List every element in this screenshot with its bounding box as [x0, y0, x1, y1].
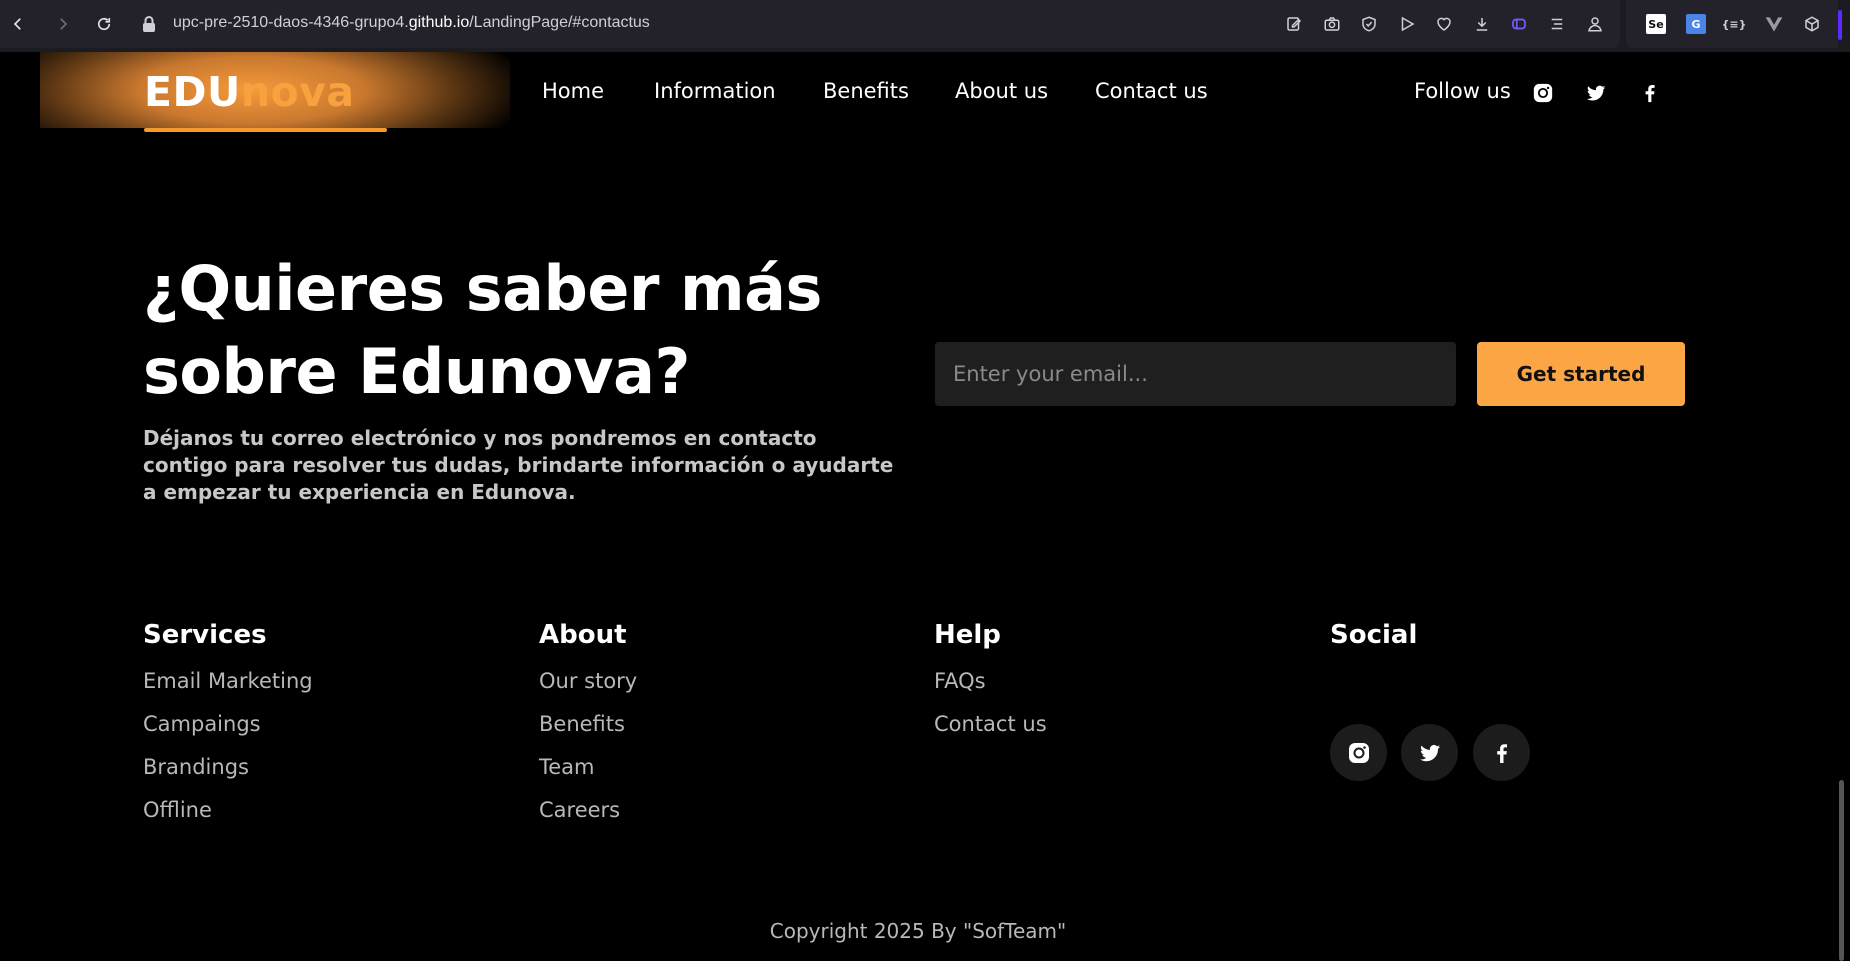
logo-nova: nova — [240, 68, 355, 116]
profile-icon[interactable] — [1583, 12, 1607, 36]
email-input[interactable] — [935, 342, 1456, 406]
footer-help-title: Help — [934, 620, 1001, 650]
nav-home[interactable]: Home — [542, 79, 604, 103]
lock-icon — [143, 16, 155, 32]
scrollbar-thumb[interactable] — [1839, 780, 1844, 961]
url-path: /LandingPage/#contactus — [469, 14, 650, 31]
facebook-icon[interactable] — [1637, 80, 1663, 106]
play-icon[interactable] — [1395, 12, 1419, 36]
sidebar-toggle-icon[interactable] — [1507, 12, 1531, 36]
twitter-icon[interactable] — [1583, 80, 1609, 106]
hero-title-line2: sobre Edunova? — [143, 335, 690, 408]
json-ext-label: {≡} — [1721, 17, 1747, 31]
follow-us-label: Follow us — [1414, 79, 1511, 103]
translate-extension-icon[interactable]: G — [1686, 14, 1706, 34]
selenium-label: Se — [1648, 17, 1664, 31]
vue-extension-icon[interactable] — [1762, 12, 1786, 36]
instagram-icon[interactable] — [1530, 80, 1556, 106]
footer-help: Help FAQs Contact us — [934, 620, 1047, 752]
reload-icon[interactable] — [92, 12, 116, 36]
footer-facebook-button[interactable] — [1473, 724, 1530, 781]
heart-icon[interactable] — [1432, 12, 1456, 36]
get-started-button[interactable]: Get started — [1477, 342, 1685, 406]
footer-social: Social — [1330, 620, 1417, 666]
url-field[interactable]: upc-pre-2510-daos-4346-grupo4.github.io/… — [173, 14, 650, 32]
nav-about-us[interactable]: About us — [955, 79, 1048, 103]
facebook-icon — [1496, 743, 1507, 763]
extensions-icon[interactable] — [1800, 12, 1824, 36]
landing-page: EDUnova Home Information Benefits About … — [0, 52, 1836, 961]
json-extension-icon[interactable]: {≡} — [1721, 12, 1747, 36]
logo-underline — [144, 128, 387, 132]
selenium-extension-icon[interactable]: Se — [1646, 14, 1666, 34]
back-icon[interactable] — [6, 12, 30, 36]
footer-link-campaings[interactable]: Campaings — [143, 709, 313, 752]
screenshot-icon[interactable] — [1320, 12, 1344, 36]
shield-icon[interactable] — [1357, 12, 1381, 36]
hero-description: Déjanos tu correo electrónico y nos pond… — [143, 426, 894, 504]
nav-contact-us[interactable]: Contact us — [1095, 79, 1208, 103]
logo[interactable]: EDUnova — [144, 68, 355, 116]
footer-services-title: Services — [143, 620, 267, 650]
footer-link-team[interactable]: Team — [539, 752, 637, 795]
browser-chrome: upc-pre-2510-daos-4346-grupo4.github.io/… — [0, 0, 1850, 52]
copyright: Copyright 2025 By "SofTeam" — [769, 919, 1067, 943]
footer-link-our-story[interactable]: Our story — [539, 666, 637, 709]
download-icon[interactable] — [1470, 12, 1494, 36]
footer-about: About Our story Benefits Team Careers — [539, 620, 637, 838]
nav-benefits[interactable]: Benefits — [823, 79, 909, 103]
footer-link-careers[interactable]: Careers — [539, 795, 637, 838]
footer-twitter-button[interactable] — [1401, 724, 1458, 781]
footer-about-title: About — [539, 620, 627, 650]
nav-information[interactable]: Information — [654, 79, 776, 103]
footer-instagram-button[interactable] — [1330, 724, 1387, 781]
logo-edu: EDU — [144, 68, 241, 116]
tab-list-icon[interactable] — [1545, 12, 1569, 36]
footer-link-benefits[interactable]: Benefits — [539, 709, 637, 752]
twitter-icon — [1419, 744, 1440, 761]
url-prefix: upc-pre-2510-daos-4346-grupo4. — [173, 14, 409, 31]
address-toolbar: upc-pre-2510-daos-4346-grupo4.github.io/… — [0, 0, 1620, 48]
sidebar-indicator — [1838, 10, 1842, 40]
footer-link-email-marketing[interactable]: Email Marketing — [143, 666, 313, 709]
footer-social-title: Social — [1330, 620, 1418, 650]
extensions-toolbar: Se G {≡} — [1626, 0, 1838, 48]
instagram-icon — [1348, 742, 1369, 763]
hero-title-line1: ¿Quieres saber más — [143, 252, 822, 325]
footer-services: Services Email Marketing Campaings Brand… — [143, 620, 313, 838]
url-domain: github.io — [408, 14, 470, 31]
hero-title: ¿Quieres saber más sobre Edunova? — [143, 247, 923, 413]
footer-link-contact-us[interactable]: Contact us — [934, 709, 1047, 752]
forward-icon[interactable] — [51, 12, 75, 36]
footer-link-faqs[interactable]: FAQs — [934, 666, 1047, 709]
footer-link-brandings[interactable]: Brandings — [143, 752, 313, 795]
footer-link-offline[interactable]: Offline — [143, 795, 313, 838]
edit-page-icon[interactable] — [1282, 12, 1306, 36]
